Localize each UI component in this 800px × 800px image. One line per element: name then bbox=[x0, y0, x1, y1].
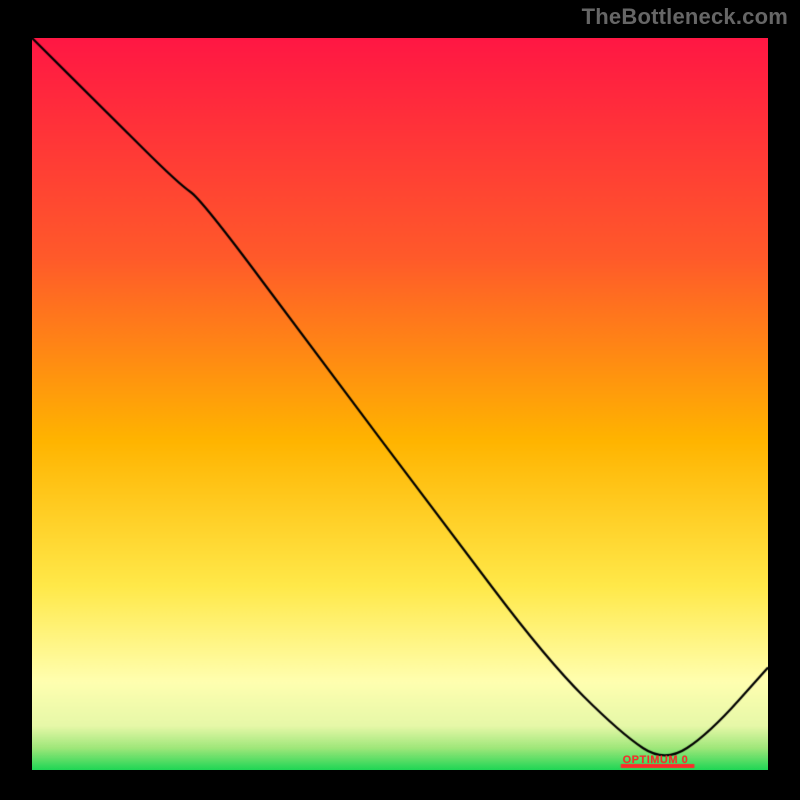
plot-canvas bbox=[32, 38, 768, 770]
plot-frame bbox=[22, 28, 778, 780]
watermark-text: TheBottleneck.com bbox=[582, 4, 788, 30]
optimum-band-label: OPTIMUM 0 bbox=[623, 754, 689, 766]
chart-stage: TheBottleneck.com OPTIMUM 0 bbox=[0, 0, 800, 800]
